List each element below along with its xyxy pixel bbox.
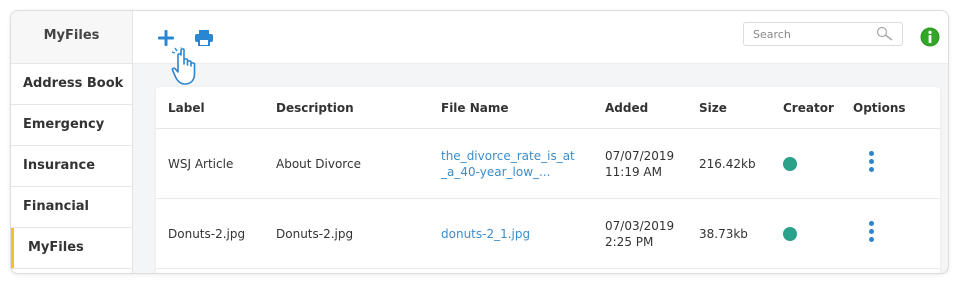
info-button[interactable] xyxy=(920,27,940,47)
row-size: 216.42kb xyxy=(699,157,756,171)
sidebar: MyFiles Address Book Emergency Insurance… xyxy=(11,11,133,273)
column-header-file-name[interactable]: File Name xyxy=(441,101,509,115)
row-label: WSJ Article xyxy=(168,157,234,171)
kebab-dot xyxy=(868,151,874,156)
search-box xyxy=(743,22,903,46)
file-name-line: the_divorce_rate_is_at xyxy=(441,149,575,163)
kebab-dot xyxy=(868,237,874,242)
app-window: MyFiles Address Book Emergency Insurance… xyxy=(10,10,949,274)
plus-icon xyxy=(158,30,174,46)
info-icon xyxy=(920,27,940,47)
column-header-creator[interactable]: Creator xyxy=(783,101,834,115)
sidebar-title: MyFiles xyxy=(11,11,132,64)
row-added: 07/07/2019 11:19 AM xyxy=(605,148,674,180)
magnifier-icon[interactable] xyxy=(876,26,894,42)
kebab-dot xyxy=(868,167,874,172)
kebab-dot xyxy=(868,159,874,164)
added-date: 07/03/2019 xyxy=(605,219,675,233)
row-added: 07/03/2019 2:25 PM xyxy=(605,218,674,250)
table-row[interactable]: Donuts-2.jpg Donuts-2.jpg donuts-2_1.jpg… xyxy=(156,199,940,269)
toolbar xyxy=(133,11,948,85)
hand-pointer-icon xyxy=(171,46,207,87)
sidebar-item-financial[interactable]: Financial xyxy=(11,187,132,228)
file-name-link[interactable]: the_divorce_rate_is_at _a_40-year_low_..… xyxy=(441,148,591,180)
file-name-line: _a_40-year_low_... xyxy=(441,165,551,179)
row-description: Donuts-2.jpg xyxy=(276,227,354,241)
added-time: 11:19 AM xyxy=(605,165,662,179)
sidebar-item-myfiles[interactable]: MyFiles xyxy=(11,228,132,269)
print-button[interactable] xyxy=(195,30,213,47)
added-time: 2:25 PM xyxy=(605,235,654,249)
creator-status-dot xyxy=(783,227,797,241)
column-header-size[interactable]: Size xyxy=(699,101,727,115)
table-row[interactable]: WSJ Article About Divorce the_divorce_ra… xyxy=(156,129,940,199)
files-table: Label Description File Name Added Size C… xyxy=(156,87,940,273)
column-header-label[interactable]: Label xyxy=(168,101,205,115)
kebab-dot xyxy=(868,229,874,234)
column-header-options: Options xyxy=(853,101,906,115)
added-date: 07/07/2019 xyxy=(605,149,675,163)
search-input[interactable] xyxy=(744,23,872,45)
kebab-dot xyxy=(868,221,874,226)
sidebar-item-insurance[interactable]: Insurance xyxy=(11,146,132,187)
add-file-button[interactable] xyxy=(157,29,175,47)
printer-icon xyxy=(195,30,213,47)
file-name-link[interactable]: donuts-2_1.jpg xyxy=(441,226,591,242)
sidebar-item-emergency[interactable]: Emergency xyxy=(11,105,132,146)
row-label: Donuts-2.jpg xyxy=(168,227,246,241)
row-description: About Divorce xyxy=(276,157,361,171)
creator-status-dot xyxy=(783,157,797,171)
table-header: Label Description File Name Added Size C… xyxy=(156,87,940,129)
row-size: 38.73kb xyxy=(699,227,748,241)
options-menu-button[interactable] xyxy=(866,221,876,247)
sidebar-item-address-book[interactable]: Address Book xyxy=(11,64,132,105)
column-header-description[interactable]: Description xyxy=(276,101,354,115)
options-menu-button[interactable] xyxy=(866,151,876,177)
column-header-added[interactable]: Added xyxy=(605,101,648,115)
